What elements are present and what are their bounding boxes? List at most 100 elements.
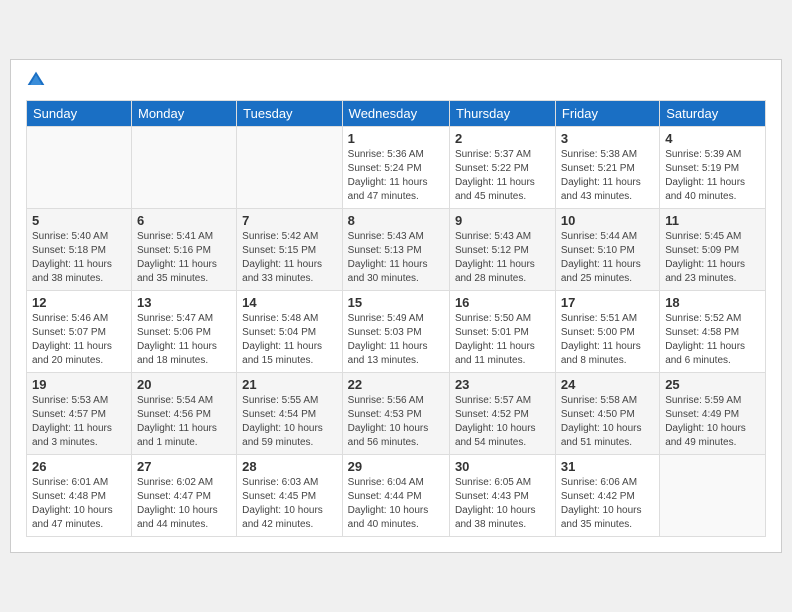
header-cell-wednesday: Wednesday <box>342 101 449 127</box>
day-number: 31 <box>561 459 654 474</box>
day-number: 21 <box>242 377 336 392</box>
week-row: 1 Sunrise: 5:36 AM Sunset: 5:24 PM Daylig… <box>27 127 766 209</box>
cell-content: Sunrise: 6:03 AM Sunset: 4:45 PM Dayligh… <box>242 476 336 532</box>
header-cell-saturday: Saturday <box>660 101 766 127</box>
logo <box>26 70 50 90</box>
cell-content: Sunrise: 5:46 AM Sunset: 5:07 PM Dayligh… <box>32 312 126 368</box>
calendar-cell: 31 Sunrise: 6:06 AM Sunset: 4:42 PM Dayli… <box>555 455 659 537</box>
calendar-cell: 7 Sunrise: 5:42 AM Sunset: 5:15 PM Daylig… <box>237 209 342 291</box>
calendar-cell: 19 Sunrise: 5:53 AM Sunset: 4:57 PM Dayli… <box>27 373 132 455</box>
calendar-cell: 15 Sunrise: 5:49 AM Sunset: 5:03 PM Dayli… <box>342 291 449 373</box>
cell-content: Sunrise: 5:43 AM Sunset: 5:12 PM Dayligh… <box>455 230 550 286</box>
calendar-cell <box>27 127 132 209</box>
calendar-cell: 30 Sunrise: 6:05 AM Sunset: 4:43 PM Dayli… <box>449 455 555 537</box>
day-number: 14 <box>242 295 336 310</box>
week-row: 5Sunrise: 5:40 AM Sunset: 5:18 PM Daylig… <box>27 209 766 291</box>
calendar-cell: 10 Sunrise: 5:44 AM Sunset: 5:10 PM Dayli… <box>555 209 659 291</box>
day-number: 6 <box>137 213 231 228</box>
day-number: 18 <box>665 295 760 310</box>
header-cell-thursday: Thursday <box>449 101 555 127</box>
day-number: 23 <box>455 377 550 392</box>
calendar-container: SundayMondayTuesdayWednesdayThursdayFrid… <box>10 59 782 553</box>
calendar-cell: 3Sunrise: 5:38 AM Sunset: 5:21 PM Daylig… <box>555 127 659 209</box>
day-number: 20 <box>137 377 231 392</box>
cell-content: Sunrise: 5:54 AM Sunset: 4:56 PM Dayligh… <box>137 394 231 450</box>
cell-content: Sunrise: 5:36 AM Sunset: 5:24 PM Dayligh… <box>348 148 444 204</box>
day-number: 7 <box>242 213 336 228</box>
cell-content: Sunrise: 5:44 AM Sunset: 5:10 PM Dayligh… <box>561 230 654 286</box>
day-number: 10 <box>561 213 654 228</box>
cell-content: Sunrise: 5:45 AM Sunset: 5:09 PM Dayligh… <box>665 230 760 286</box>
cell-content: Sunrise: 5:40 AM Sunset: 5:18 PM Dayligh… <box>32 230 126 286</box>
cell-content: Sunrise: 6:05 AM Sunset: 4:43 PM Dayligh… <box>455 476 550 532</box>
cell-content: Sunrise: 5:37 AM Sunset: 5:22 PM Dayligh… <box>455 148 550 204</box>
header-cell-monday: Monday <box>131 101 236 127</box>
day-number: 16 <box>455 295 550 310</box>
day-number: 27 <box>137 459 231 474</box>
header-cell-sunday: Sunday <box>27 101 132 127</box>
cell-content: Sunrise: 5:58 AM Sunset: 4:50 PM Dayligh… <box>561 394 654 450</box>
calendar-cell: 4 Sunrise: 5:39 AM Sunset: 5:19 PM Daylig… <box>660 127 766 209</box>
calendar-cell: 20 Sunrise: 5:54 AM Sunset: 4:56 PM Dayli… <box>131 373 236 455</box>
day-number: 25 <box>665 377 760 392</box>
day-number: 19 <box>32 377 126 392</box>
cell-content: Sunrise: 5:55 AM Sunset: 4:54 PM Dayligh… <box>242 394 336 450</box>
calendar-cell: 25 Sunrise: 5:59 AM Sunset: 4:49 PM Dayli… <box>660 373 766 455</box>
calendar-cell: 14Sunrise: 5:48 AM Sunset: 5:04 PM Dayli… <box>237 291 342 373</box>
cell-content: Sunrise: 5:43 AM Sunset: 5:13 PM Dayligh… <box>348 230 444 286</box>
cell-content: Sunrise: 5:49 AM Sunset: 5:03 PM Dayligh… <box>348 312 444 368</box>
day-number: 2 <box>455 131 550 146</box>
day-number: 15 <box>348 295 444 310</box>
header-row: SundayMondayTuesdayWednesdayThursdayFrid… <box>27 101 766 127</box>
day-number: 1 <box>348 131 444 146</box>
calendar-cell: 16 Sunrise: 5:50 AM Sunset: 5:01 PM Dayli… <box>449 291 555 373</box>
day-number: 24 <box>561 377 654 392</box>
cell-content: Sunrise: 5:47 AM Sunset: 5:06 PM Dayligh… <box>137 312 231 368</box>
cell-content: Sunrise: 5:53 AM Sunset: 4:57 PM Dayligh… <box>32 394 126 450</box>
cell-content: Sunrise: 6:04 AM Sunset: 4:44 PM Dayligh… <box>348 476 444 532</box>
cell-content: Sunrise: 5:50 AM Sunset: 5:01 PM Dayligh… <box>455 312 550 368</box>
calendar-cell <box>131 127 236 209</box>
day-number: 29 <box>348 459 444 474</box>
week-row: 26Sunrise: 6:01 AM Sunset: 4:48 PM Dayli… <box>27 455 766 537</box>
calendar-cell: 12Sunrise: 5:46 AM Sunset: 5:07 PM Dayli… <box>27 291 132 373</box>
calendar-cell: 29 Sunrise: 6:04 AM Sunset: 4:44 PM Dayli… <box>342 455 449 537</box>
calendar-cell: 8 Sunrise: 5:43 AM Sunset: 5:13 PM Daylig… <box>342 209 449 291</box>
calendar-cell: 11 Sunrise: 5:45 AM Sunset: 5:09 PM Dayli… <box>660 209 766 291</box>
calendar-cell: 2 Sunrise: 5:37 AM Sunset: 5:22 PM Daylig… <box>449 127 555 209</box>
calendar-cell: 24 Sunrise: 5:58 AM Sunset: 4:50 PM Dayli… <box>555 373 659 455</box>
cell-content: Sunrise: 5:57 AM Sunset: 4:52 PM Dayligh… <box>455 394 550 450</box>
cell-content: Sunrise: 5:56 AM Sunset: 4:53 PM Dayligh… <box>348 394 444 450</box>
calendar-cell: 5Sunrise: 5:40 AM Sunset: 5:18 PM Daylig… <box>27 209 132 291</box>
cell-content: Sunrise: 6:01 AM Sunset: 4:48 PM Dayligh… <box>32 476 126 532</box>
cell-content: Sunrise: 5:42 AM Sunset: 5:15 PM Dayligh… <box>242 230 336 286</box>
calendar-cell: 23 Sunrise: 5:57 AM Sunset: 4:52 PM Dayli… <box>449 373 555 455</box>
day-number: 4 <box>665 131 760 146</box>
cell-content: Sunrise: 5:59 AM Sunset: 4:49 PM Dayligh… <box>665 394 760 450</box>
cell-content: Sunrise: 5:38 AM Sunset: 5:21 PM Dayligh… <box>561 148 654 204</box>
day-number: 11 <box>665 213 760 228</box>
cell-content: Sunrise: 5:41 AM Sunset: 5:16 PM Dayligh… <box>137 230 231 286</box>
calendar-cell <box>660 455 766 537</box>
day-number: 8 <box>348 213 444 228</box>
cell-content: Sunrise: 5:51 AM Sunset: 5:00 PM Dayligh… <box>561 312 654 368</box>
header-cell-friday: Friday <box>555 101 659 127</box>
header-cell-tuesday: Tuesday <box>237 101 342 127</box>
day-number: 30 <box>455 459 550 474</box>
calendar-cell: 21 Sunrise: 5:55 AM Sunset: 4:54 PM Dayli… <box>237 373 342 455</box>
week-row: 19 Sunrise: 5:53 AM Sunset: 4:57 PM Dayli… <box>27 373 766 455</box>
day-number: 9 <box>455 213 550 228</box>
day-number: 17 <box>561 295 654 310</box>
calendar-grid: SundayMondayTuesdayWednesdayThursdayFrid… <box>26 100 766 537</box>
calendar-cell: 6 Sunrise: 5:41 AM Sunset: 5:16 PM Daylig… <box>131 209 236 291</box>
cell-content: Sunrise: 6:06 AM Sunset: 4:42 PM Dayligh… <box>561 476 654 532</box>
day-number: 28 <box>242 459 336 474</box>
logo-icon <box>26 70 46 90</box>
cell-content: Sunrise: 5:39 AM Sunset: 5:19 PM Dayligh… <box>665 148 760 204</box>
cell-content: Sunrise: 5:52 AM Sunset: 4:58 PM Dayligh… <box>665 312 760 368</box>
day-number: 22 <box>348 377 444 392</box>
calendar-cell: 28 Sunrise: 6:03 AM Sunset: 4:45 PM Dayli… <box>237 455 342 537</box>
calendar-cell: 27Sunrise: 6:02 AM Sunset: 4:47 PM Dayli… <box>131 455 236 537</box>
calendar-cell: 1 Sunrise: 5:36 AM Sunset: 5:24 PM Daylig… <box>342 127 449 209</box>
calendar-cell: 22 Sunrise: 5:56 AM Sunset: 4:53 PM Dayli… <box>342 373 449 455</box>
